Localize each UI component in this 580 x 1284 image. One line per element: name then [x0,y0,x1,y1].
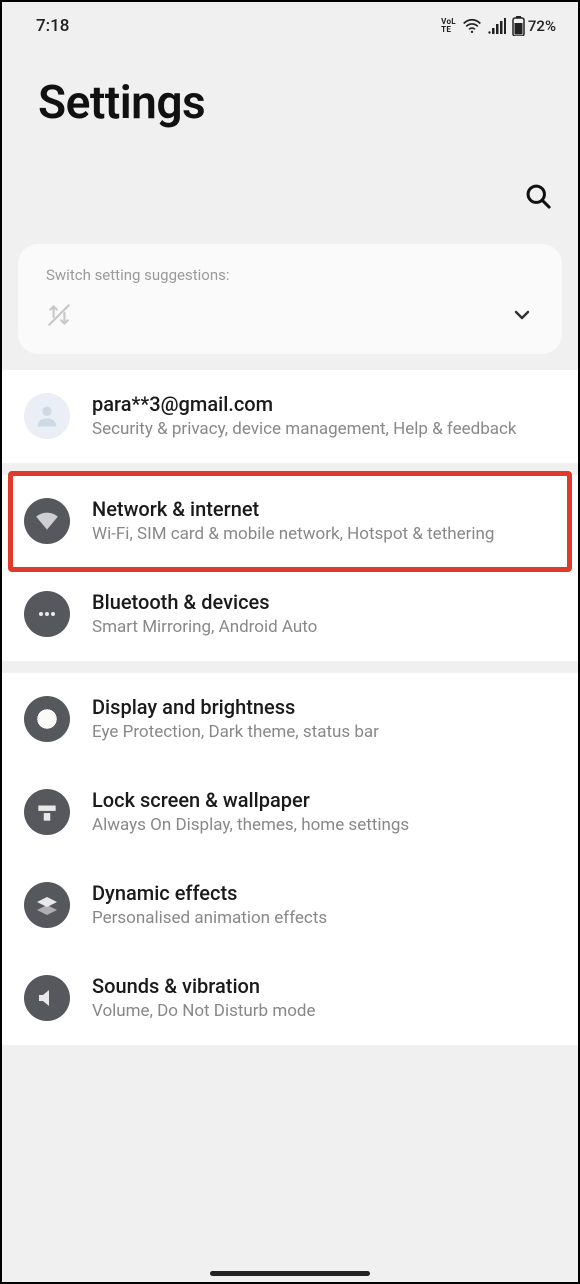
more-circle-icon [24,591,70,637]
battery-icon [512,16,525,36]
battery-percent: 72% [528,17,556,35]
display-title: Display and brightness [92,695,558,719]
nav-handle[interactable] [210,1271,370,1276]
layers-circle-icon [24,882,70,928]
header: Settings [2,44,578,134]
account-row[interactable]: para**3@gmail.com Security & privacy, de… [2,370,578,463]
network-title: Network & internet [92,497,558,521]
dynamic-sub: Personalised animation effects [92,907,558,930]
network-internet-row[interactable]: Network & internet Wi-Fi, SIM card & mob… [2,475,578,568]
lockscreen-wallpaper-row[interactable]: Lock screen & wallpaper Always On Displa… [2,766,578,859]
display-sub: Eye Protection, Dark theme, status bar [92,721,558,744]
bluetooth-devices-row[interactable]: Bluetooth & devices Smart Mirroring, And… [2,568,578,661]
wallpaper-circle-icon [24,789,70,835]
display-brightness-row[interactable]: Display and brightness Eye Protection, D… [2,673,578,766]
bluetooth-title: Bluetooth & devices [92,590,558,614]
suggestion-label: Switch setting suggestions: [46,266,534,284]
chevron-down-icon[interactable] [510,303,534,331]
search-icon[interactable] [524,182,552,214]
sounds-title: Sounds & vibration [92,974,558,998]
avatar [24,393,70,439]
signal-icon [488,18,506,34]
lockscreen-sub: Always On Display, themes, home settings [92,814,558,837]
brightness-circle-icon [24,696,70,742]
page-title: Settings [38,76,542,130]
status-icons: VoLTE 72% [441,16,556,36]
network-sub: Wi-Fi, SIM card & mobile network, Hotspo… [92,523,558,546]
speaker-circle-icon [24,975,70,1021]
dynamic-effects-row[interactable]: Dynamic effects Personalised animation e… [2,859,578,952]
suggestion-card[interactable]: Switch setting suggestions: [18,244,562,354]
lockscreen-title: Lock screen & wallpaper [92,788,558,812]
account-group: para**3@gmail.com Security & privacy, de… [2,370,578,463]
volte-icon: VoLTE [441,18,456,34]
wifi-icon [462,18,482,34]
search-row [2,134,578,234]
account-email: para**3@gmail.com [92,392,558,416]
sounds-vibration-row[interactable]: Sounds & vibration Volume, Do Not Distur… [2,952,578,1045]
data-sync-off-icon [46,302,72,332]
status-time: 7:18 [36,16,69,36]
status-bar: 7:18 VoLTE 72% [2,2,578,44]
account-sub: Security & privacy, device management, H… [92,418,558,441]
sounds-sub: Volume, Do Not Disturb mode [92,1000,558,1023]
personalization-group: Display and brightness Eye Protection, D… [2,673,578,1045]
dynamic-title: Dynamic effects [92,881,558,905]
wifi-circle-icon [24,498,70,544]
bluetooth-sub: Smart Mirroring, Android Auto [92,616,558,639]
connectivity-group: Network & internet Wi-Fi, SIM card & mob… [2,475,578,661]
